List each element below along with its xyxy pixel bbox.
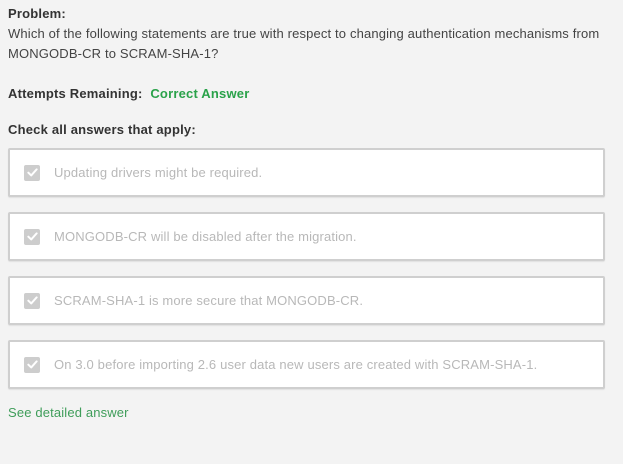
- checkmark-icon: [26, 360, 38, 369]
- checkmark-icon: [26, 232, 38, 241]
- checkmark-icon: [26, 296, 38, 305]
- checkmark-icon: [26, 168, 38, 177]
- answer-text-1: Updating drivers might be required.: [54, 165, 263, 180]
- answer-option-2[interactable]: MONGODB-CR will be disabled after the mi…: [8, 212, 605, 261]
- answer-text-2: MONGODB-CR will be disabled after the mi…: [54, 229, 357, 244]
- attempts-label: Attempts Remaining:: [8, 86, 143, 101]
- problem-text: Which of the following statements are tr…: [8, 26, 600, 61]
- instructions: Check all answers that apply:: [8, 122, 196, 137]
- answer-checkbox-2[interactable]: [24, 228, 40, 245]
- problem-label: Problem:: [8, 6, 66, 21]
- answer-list: Updating drivers might be required. MONG…: [8, 148, 615, 389]
- answer-text-4: On 3.0 before importing 2.6 user data ne…: [54, 357, 538, 372]
- answer-text-3: SCRAM-SHA-1 is more secure that MONGODB-…: [54, 293, 364, 308]
- answer-option-3[interactable]: SCRAM-SHA-1 is more secure that MONGODB-…: [8, 276, 605, 325]
- attempts-status: Correct Answer: [150, 86, 250, 101]
- answer-option-1[interactable]: Updating drivers might be required.: [8, 148, 605, 197]
- answer-checkbox-1[interactable]: [24, 164, 40, 181]
- answer-option-4[interactable]: On 3.0 before importing 2.6 user data ne…: [8, 340, 605, 389]
- answer-checkbox-3[interactable]: [24, 292, 40, 309]
- see-detailed-answer-link[interactable]: See detailed answer: [8, 405, 129, 420]
- attempts-row: Attempts Remaining: Correct Answer: [8, 86, 615, 102]
- answer-checkbox-4[interactable]: [24, 356, 40, 373]
- quiz-page: Problem: Which of the following statemen…: [0, 0, 623, 464]
